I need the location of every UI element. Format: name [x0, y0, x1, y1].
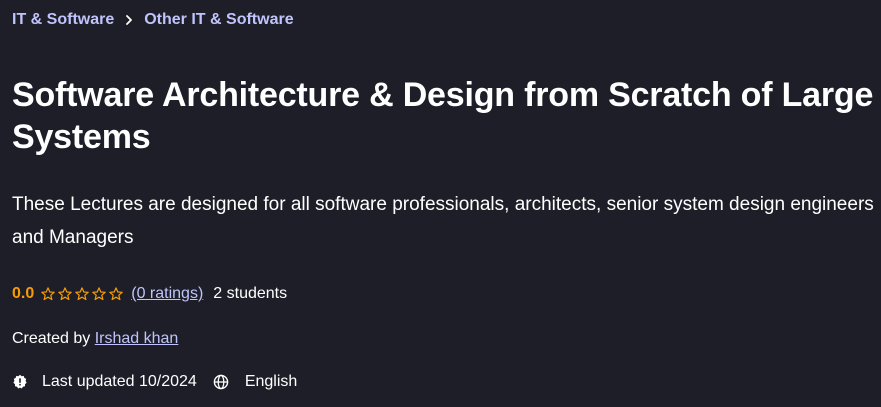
alert-badge-icon	[12, 374, 28, 390]
star-outline-icon	[40, 286, 56, 302]
chevron-right-icon	[114, 10, 144, 30]
course-language: English	[244, 373, 298, 390]
breadcrumb-subcategory[interactable]: Other IT & Software	[144, 10, 293, 30]
students-count: 2 students	[213, 285, 288, 302]
star-outline-icon	[57, 286, 73, 302]
star-outline-icon	[108, 286, 124, 302]
star-rating	[40, 286, 124, 302]
star-outline-icon	[91, 286, 107, 302]
star-outline-icon	[74, 286, 90, 302]
rating-value: 0.0	[12, 285, 35, 302]
created-by: Created by Irshad khan	[12, 328, 178, 350]
course-title: Software Architecture & Design from Scra…	[12, 76, 874, 156]
globe-icon	[213, 374, 229, 390]
course-subtitle: These Lectures are designed for all soft…	[12, 194, 874, 248]
ratings-count-link[interactable]: (0 ratings)	[131, 283, 203, 305]
course-meta: Last updated 10/2024 English	[12, 371, 297, 393]
breadcrumb-category[interactable]: IT & Software	[12, 10, 114, 30]
created-by-label: Created by	[12, 330, 95, 347]
breadcrumb: IT & Software Other IT & Software	[12, 10, 294, 30]
instructor-link[interactable]: Irshad khan	[95, 330, 179, 347]
last-updated: Last updated 10/2024	[42, 373, 197, 390]
rating-row: 0.0 (0 ratings) 2 students	[12, 283, 287, 305]
